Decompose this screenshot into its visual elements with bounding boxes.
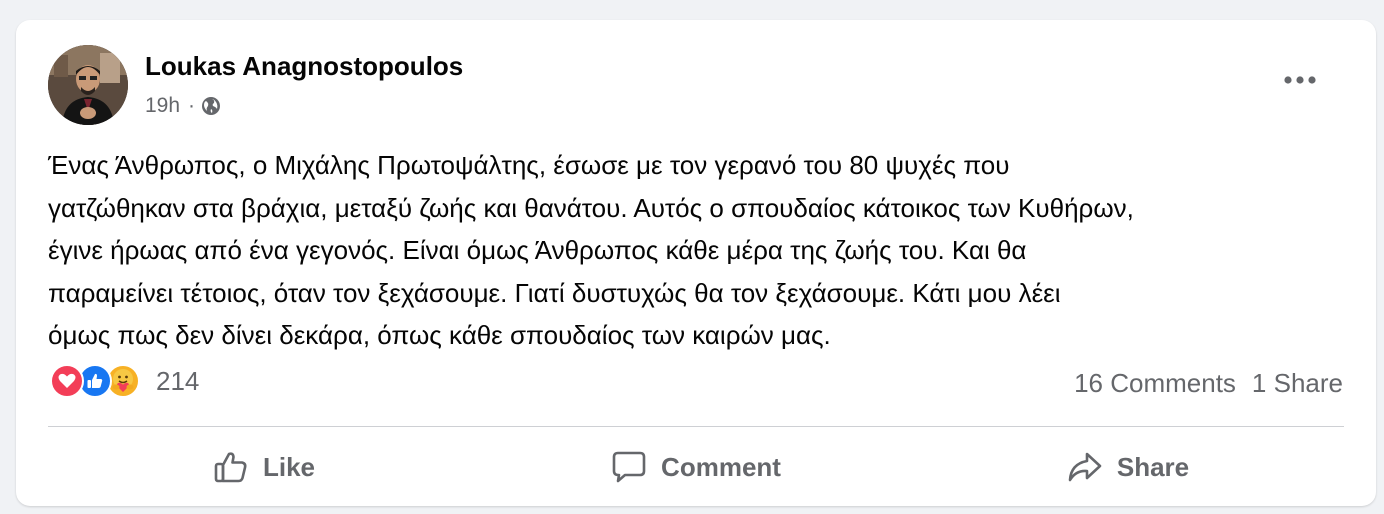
engagement-stats: 16 Comments 1 Share [1074, 368, 1343, 399]
love-icon [50, 364, 84, 398]
share-arrow-icon [1068, 452, 1102, 482]
post-text-line: παραμείνει τέτοιος, όταν τον ξεχάσουμε. … [48, 277, 1061, 308]
comment-bubble-icon [612, 451, 646, 483]
thumbs-up-icon [214, 452, 247, 483]
post-actions-bar: Like Comment Share [48, 436, 1344, 498]
reaction-count[interactable]: 214 [156, 366, 199, 397]
more-dots-icon [1284, 76, 1316, 84]
reactions-summary[interactable]: 214 [50, 364, 199, 398]
post-timestamp[interactable]: 19h [145, 92, 180, 120]
comment-button[interactable]: Comment [480, 436, 912, 498]
like-button[interactable]: Like [48, 436, 480, 498]
post-text: Ένας Άνθρωπος, ο Μιχάλης Πρωτοψάλτης, έσ… [48, 144, 1348, 357]
avatar-photo [48, 45, 128, 125]
shares-count[interactable]: 1 Share [1252, 368, 1343, 399]
post-text-line: γατζώθηκαν στα βράχια, μεταξύ ζωής και θ… [48, 192, 1134, 223]
post-text-line: έγινε ήρωας από ένα γεγονός. Είναι όμως … [48, 235, 1027, 266]
reaction-icons [50, 364, 140, 398]
share-button[interactable]: Share [912, 436, 1344, 498]
post-meta: 19h · [145, 92, 221, 120]
post-text-line: Ένας Άνθρωπος, ο Μιχάλης Πρωτοψάλτης, έσ… [48, 150, 1010, 180]
like-label: Like [262, 451, 316, 482]
globe-icon[interactable] [201, 96, 221, 116]
more-options-button[interactable] [1273, 60, 1327, 100]
comments-count[interactable]: 16 Comments [1074, 368, 1236, 399]
post-text-line: όμως πως δεν δίνει δεκάρα, όπως κάθε σπο… [48, 320, 831, 351]
post-card: Loukas Anagnostopoulos 19h · Ένας Άνθρωπ… [16, 20, 1376, 506]
comment-label: Comment [661, 451, 781, 482]
share-label: Share [1116, 451, 1190, 482]
author-name[interactable]: Loukas Anagnostopoulos [145, 50, 463, 82]
meta-separator: · [188, 94, 196, 117]
actions-divider [48, 426, 1344, 427]
author-avatar[interactable] [48, 45, 128, 125]
